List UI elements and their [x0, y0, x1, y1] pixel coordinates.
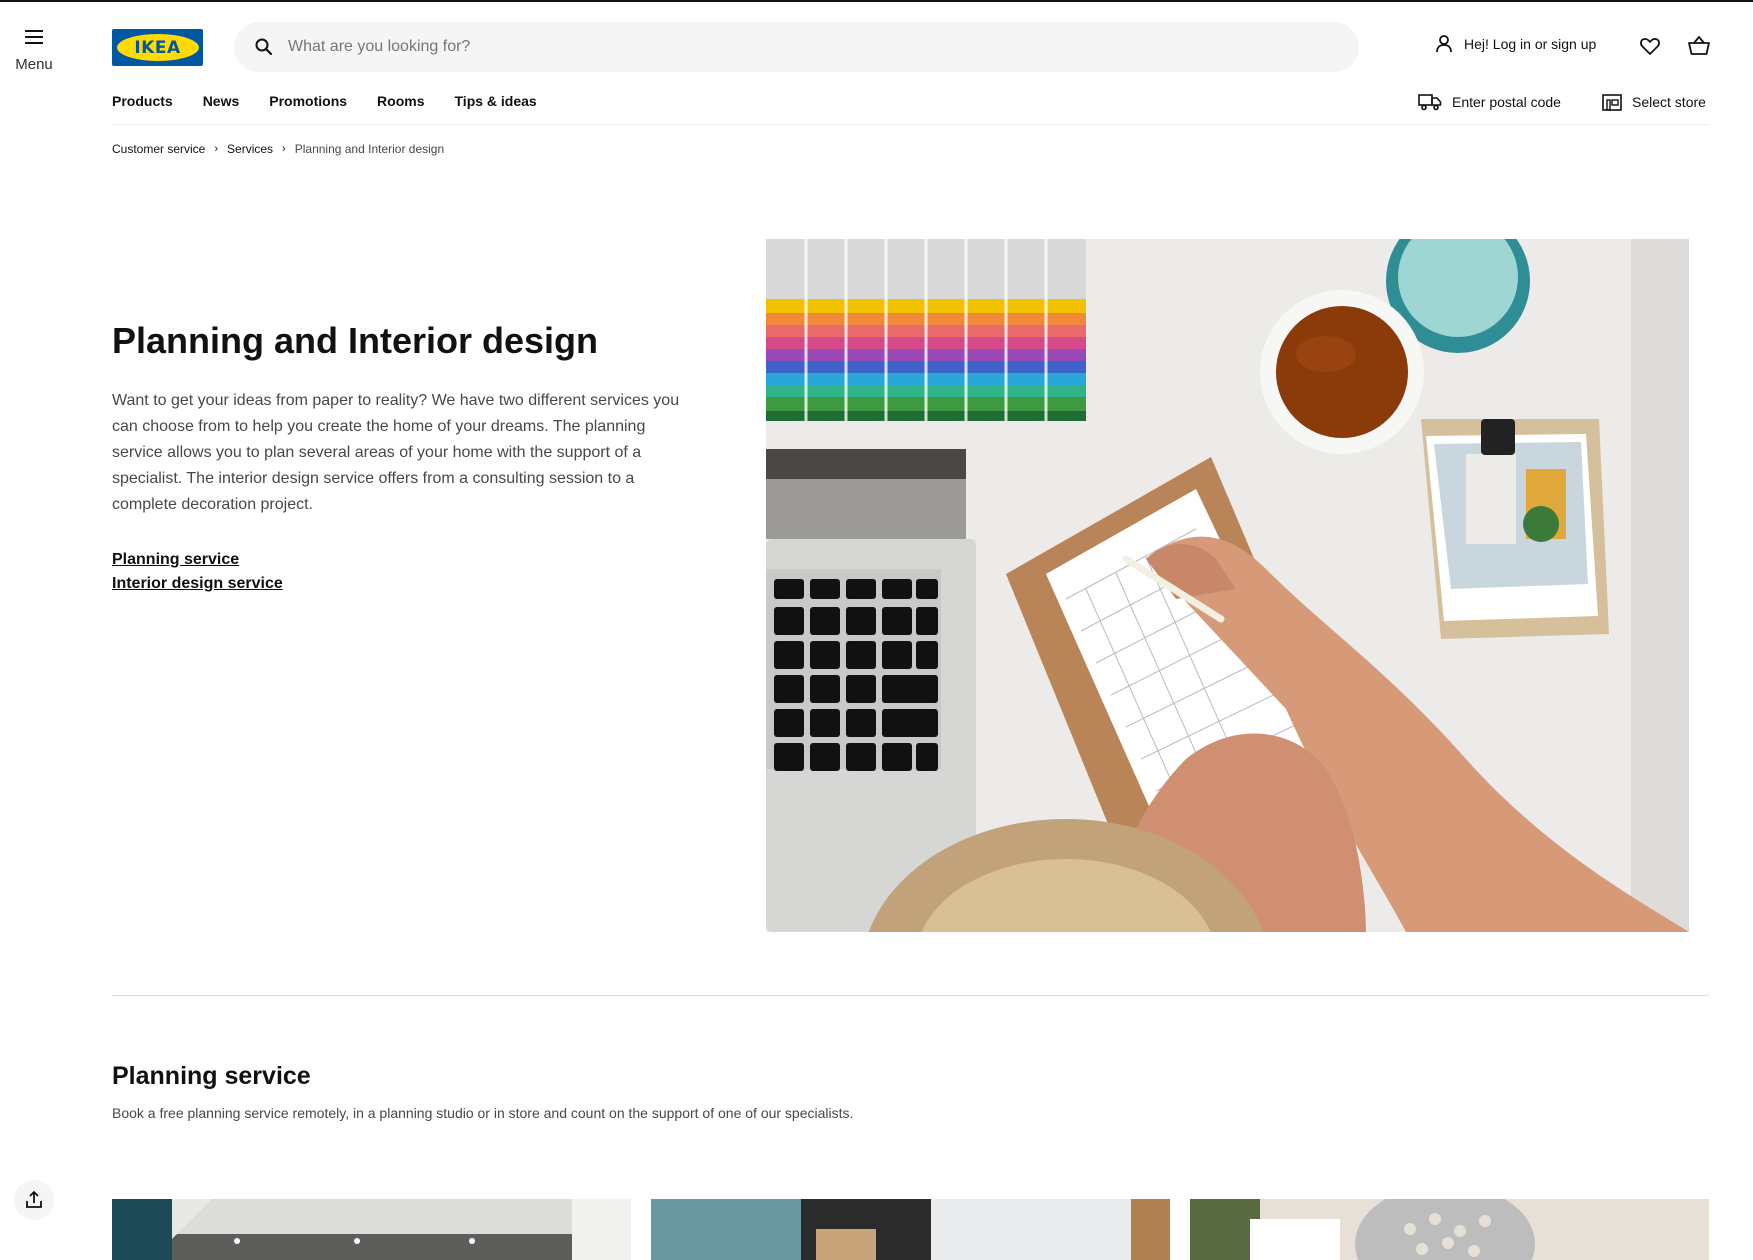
planning-service-link[interactable]: Planning service — [112, 551, 239, 569]
section-divider — [112, 995, 1709, 996]
select-store-button[interactable]: Select store — [1602, 93, 1706, 111]
share-icon — [26, 1191, 42, 1208]
hero-description: Want to get your ideas from paper to rea… — [112, 392, 680, 513]
nav-item-rooms[interactable]: Rooms — [377, 93, 424, 109]
postal-code-label: Enter postal code — [1452, 94, 1561, 110]
menu-button[interactable]: Menu — [8, 24, 60, 80]
chevron-right-icon: › — [214, 143, 219, 155]
hamburger-icon — [25, 30, 43, 44]
select-store-label: Select store — [1632, 94, 1706, 110]
nav-divider — [112, 124, 1709, 125]
share-button[interactable] — [14, 1180, 54, 1220]
card-image — [651, 1199, 1170, 1260]
planning-section-title: Planning service — [112, 1062, 311, 1090]
nav-item-tips-ideas[interactable]: Tips & ideas — [455, 93, 537, 109]
service-card-studio[interactable] — [651, 1199, 1170, 1260]
login-label: Hej! Log in or sign up — [1464, 36, 1597, 52]
breadcrumb-current: Planning and Interior design — [294, 142, 445, 156]
page-title: Planning and Interior design — [112, 320, 599, 361]
search-input[interactable] — [288, 38, 1288, 56]
logo-text: IKEA — [134, 37, 181, 58]
shopping-bag-icon[interactable] — [1687, 35, 1711, 57]
login-link[interactable]: Hej! Log in or sign up — [1434, 34, 1596, 54]
logo-oval: IKEA — [116, 34, 199, 61]
service-card-remote[interactable] — [112, 1199, 631, 1260]
hero-image — [766, 239, 1689, 932]
interior-design-service-link[interactable]: Interior design service — [112, 575, 283, 593]
breadcrumb-services[interactable]: Services — [227, 142, 273, 156]
service-card-store[interactable] — [1190, 1199, 1709, 1260]
search-icon — [255, 38, 273, 56]
truck-icon — [1418, 94, 1442, 111]
search-bar[interactable] — [234, 22, 1359, 72]
nav-item-news[interactable]: News — [203, 93, 240, 109]
card-image — [112, 1199, 631, 1260]
breadcrumb-customer-service[interactable]: Customer service — [112, 142, 205, 156]
chevron-right-icon: › — [282, 143, 286, 155]
card-image — [1190, 1199, 1709, 1260]
breadcrumb: Customer service › Services › Planning a… — [112, 142, 444, 156]
store-icon — [1602, 94, 1622, 111]
nav-item-products[interactable]: Products — [112, 93, 173, 109]
user-icon — [1436, 35, 1452, 53]
menu-label: Menu — [15, 56, 53, 73]
heart-icon[interactable] — [1639, 35, 1661, 57]
top-border — [0, 0, 1753, 2]
planning-section-description: Book a free planning service remotely, i… — [112, 1105, 854, 1121]
ikea-logo[interactable]: IKEA — [112, 29, 203, 66]
main-nav: Products News Promotions Rooms Tips & id… — [112, 93, 567, 109]
nav-item-promotions[interactable]: Promotions — [269, 93, 347, 109]
postal-code-button[interactable]: Enter postal code — [1418, 93, 1561, 111]
